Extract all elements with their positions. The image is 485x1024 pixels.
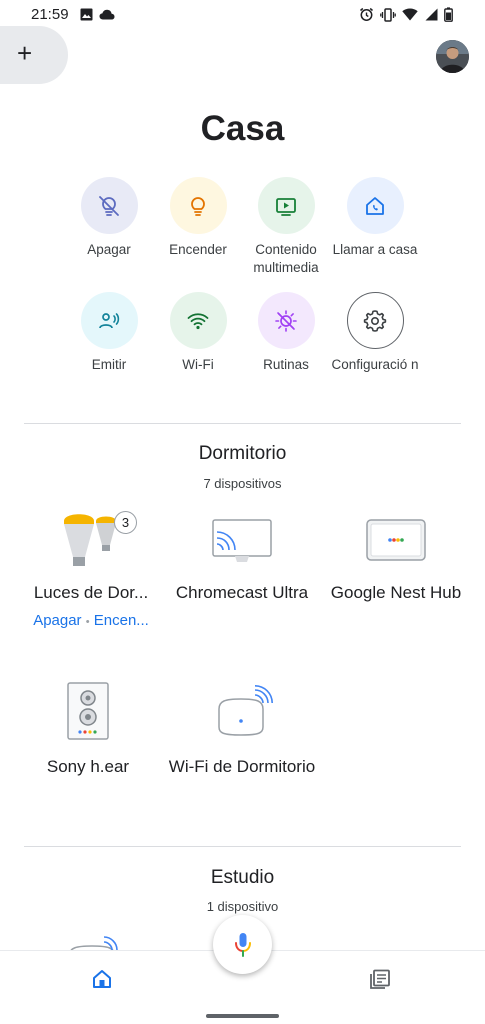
status-time: 21:59 [31,6,69,23]
action-circle [169,292,227,349]
device-label: Luces de Dor... [33,583,149,602]
action-circle [257,292,315,349]
room-title[interactable]: Dormitorio [0,443,485,465]
action-label: Wi-Fi [182,357,214,372]
nav-home-tab[interactable] [91,968,113,995]
mic-icon [234,932,251,957]
lightbulb-icon [191,196,205,216]
apagar-link[interactable]: Apagar [33,612,81,629]
device-wifi-dormitorio[interactable]: Wi-Fi de Dormitorio [167,680,317,778]
device-label: Chromecast Ultra [175,583,309,602]
speaker-icon [67,682,109,740]
light-off-icon [99,195,119,216]
device-lights-group[interactable]: 3 Luces de Dor... Apagar • Encen... [16,505,166,629]
room-title[interactable]: Estudio [0,867,485,889]
cast-person-icon [99,312,120,328]
action-circle [346,292,404,349]
action-label: Llamar a casa [332,242,418,257]
alarm-icon [360,7,373,21]
settings-gear-icon [363,309,387,332]
action-circle [80,177,138,234]
action-label: Apagar [87,242,131,257]
encender-link[interactable]: Encen... [94,612,149,629]
device-quick-actions: Apagar • Encen... [16,612,166,629]
device-chromecast-ultra[interactable]: Chromecast Ultra [167,505,317,604]
action-wifi[interactable]: Wi-Fi [148,292,248,374]
device-google-nest-hub[interactable]: Google Nest Hub [321,505,471,604]
voice-assistant-button[interactable] [213,915,272,974]
action-apagar[interactable]: Apagar [59,177,159,259]
action-circle [169,177,227,234]
action-emitir[interactable]: Emitir [59,292,159,374]
action-label: Contenido multimedia [253,242,319,275]
image-notification-icon [80,8,93,21]
add-button[interactable]: + [0,26,68,84]
plus-icon: + [17,38,33,68]
action-separator: • [85,616,90,628]
status-bar: 21:59 [0,0,485,30]
routines-icon [275,309,297,332]
home-call-icon [366,196,384,215]
action-label: Encender [169,242,227,257]
account-avatar[interactable] [436,40,469,73]
cloud-icon [99,9,115,20]
action-llamar-a-casa[interactable]: Llamar a casa [325,177,425,259]
nav-feed-tab[interactable] [369,968,391,995]
cell-signal-icon [425,8,438,21]
action-label: Emitir [91,357,127,372]
wifi-signal-icon [402,8,418,21]
wifi-point-icon [218,685,273,736]
nest-hub-icon [366,519,426,561]
room-device-count: 1 dispositivo [206,899,279,914]
action-rutinas[interactable]: Rutinas [236,292,336,374]
device-label: Sony h.ear [46,757,130,776]
action-contenido-multimedia[interactable]: Contenido multimedia [236,177,336,277]
chromecast-icon [212,519,272,562]
vibrate-icon [380,7,396,22]
gesture-handle[interactable] [206,1014,279,1018]
device-label: Wi-Fi de Dormitorio [168,757,316,776]
device-sony-hear[interactable]: Sony h.ear [13,680,163,778]
device-count-badge: 3 [114,511,137,534]
wifi-icon [187,312,209,329]
profile-photo [436,40,469,73]
media-play-icon [276,197,296,216]
action-circle [80,292,138,349]
estudio-device-peek[interactable] [66,932,126,950]
device-label: Google Nest Hub [330,583,462,602]
action-label: Rutinas [263,357,309,372]
home-title: Casa [200,109,285,148]
wifi-point-icon [70,936,118,950]
room-device-count: 7 dispositivos [203,476,282,491]
action-configuracion[interactable]: Configuració n [325,292,425,374]
action-encender[interactable]: Encender [148,177,248,259]
battery-icon [444,7,453,22]
action-label: Configuració n [331,357,419,372]
section-divider [24,423,461,424]
feed-icon [370,969,390,989]
home-icon [93,970,111,988]
action-circle [346,177,404,234]
action-circle [257,177,315,234]
section-divider [24,846,461,847]
